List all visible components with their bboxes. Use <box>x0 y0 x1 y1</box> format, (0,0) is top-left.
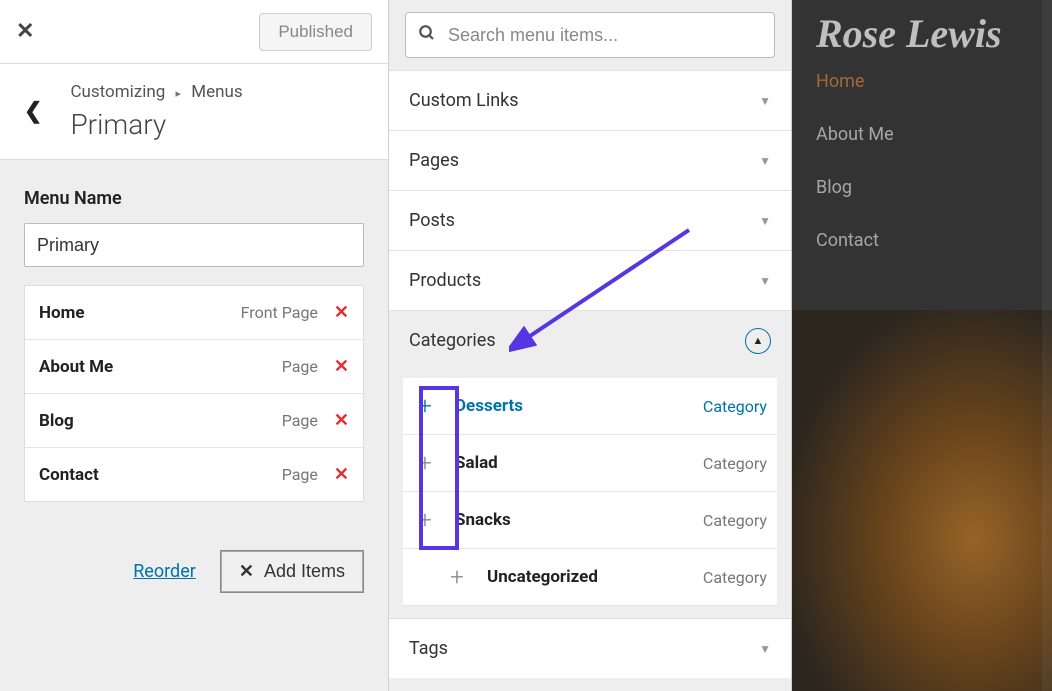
reorder-link[interactable]: Reorder <box>133 561 196 582</box>
menu-item[interactable]: Blog Page ✕ <box>25 394 363 448</box>
section-title: Pages <box>409 150 459 171</box>
category-typelabel: Category <box>703 568 767 587</box>
category-item[interactable]: + Salad Category <box>403 435 777 492</box>
menu-name-label: Menu Name <box>24 188 364 209</box>
remove-icon[interactable]: ✕ <box>334 410 349 431</box>
remove-icon[interactable]: ✕ <box>334 302 349 323</box>
add-icon[interactable]: + <box>407 449 443 477</box>
chevron-down-icon: ▼ <box>759 154 771 168</box>
breadcrumb-sep-icon: ▸ <box>176 87 182 100</box>
close-icon: ✕ <box>239 561 254 582</box>
back-icon[interactable]: ❮ <box>24 99 42 124</box>
add-icon[interactable]: + <box>407 392 443 420</box>
category-typelabel: Category <box>703 511 767 530</box>
category-typelabel: Category <box>703 454 767 473</box>
category-name: Desserts <box>455 396 691 416</box>
section-title: Custom Links <box>409 90 519 111</box>
menu-item[interactable]: Home Front Page ✕ <box>25 286 363 340</box>
remove-icon[interactable]: ✕ <box>334 356 349 377</box>
menu-item-name: Blog <box>39 411 74 431</box>
search-input[interactable] <box>448 25 762 46</box>
site-preview: Rose Lewis Home About Me Blog Contact <box>792 0 1052 691</box>
breadcrumb-path: Customizing ▸ Menus <box>70 82 242 102</box>
section-title: Posts <box>409 210 455 231</box>
category-name: Uncategorized <box>487 567 691 587</box>
menu-name-input[interactable] <box>24 223 364 267</box>
preview-overlay <box>792 0 1052 691</box>
category-typelabel: Category <box>703 397 767 416</box>
category-item[interactable]: + Uncategorized Category <box>403 549 777 606</box>
add-icon[interactable]: + <box>407 506 443 534</box>
chevron-down-icon: ▼ <box>759 214 771 228</box>
menu-item-type: Page <box>282 357 318 376</box>
chevron-up-icon: ▲ <box>745 328 771 354</box>
section-tags[interactable]: Tags ▼ <box>389 618 791 678</box>
menu-item-type: Front Page <box>241 303 318 322</box>
top-bar: ✕ Published <box>0 0 388 64</box>
breadcrumb-mid: Menus <box>191 82 242 102</box>
close-icon[interactable]: ✕ <box>16 19 34 44</box>
section-title: Tags <box>409 638 448 659</box>
section-posts[interactable]: Posts ▼ <box>389 190 791 250</box>
menu-item-type: Page <box>282 411 318 430</box>
section-categories[interactable]: Categories ▲ <box>389 310 791 370</box>
add-items-panel: Custom Links ▼ Pages ▼ Posts ▼ Products … <box>388 0 792 691</box>
preview-scrollbar[interactable] <box>1042 0 1052 691</box>
category-item[interactable]: + Snacks Category <box>403 492 777 549</box>
add-items-button[interactable]: ✕ Add Items <box>220 550 364 593</box>
menu-item[interactable]: Contact Page ✕ <box>25 448 363 501</box>
customizer-panel: ✕ Published ❮ Customizing ▸ Menus Primar… <box>0 0 388 691</box>
page-title: Primary <box>70 108 242 141</box>
section-title: Products <box>409 270 481 291</box>
menu-item-list: Home Front Page ✕ About Me Page ✕ Blog Pag… <box>24 285 364 502</box>
menu-item[interactable]: About Me Page ✕ <box>25 340 363 394</box>
section-title: Categories <box>409 330 496 351</box>
chevron-down-icon: ▼ <box>759 274 771 288</box>
menu-item-name: Home <box>39 303 85 323</box>
menu-item-name: About Me <box>39 357 113 377</box>
menu-item-type: Page <box>282 465 318 484</box>
section-custom-links[interactable]: Custom Links ▼ <box>389 70 791 130</box>
search-box[interactable] <box>405 12 775 58</box>
category-list: + Desserts Category + Salad Category + S… <box>403 378 777 606</box>
section-products[interactable]: Products ▼ <box>389 250 791 310</box>
breadcrumb: ❮ Customizing ▸ Menus Primary <box>0 64 388 160</box>
category-item[interactable]: + Desserts Category <box>403 378 777 435</box>
menu-item-name: Contact <box>39 465 99 485</box>
remove-icon[interactable]: ✕ <box>334 464 349 485</box>
publish-button[interactable]: Published <box>259 13 372 51</box>
category-name: Snacks <box>455 510 691 530</box>
section-pages[interactable]: Pages ▼ <box>389 130 791 190</box>
category-name: Salad <box>455 453 691 473</box>
menu-actions: Reorder ✕ Add Items <box>24 550 364 593</box>
add-items-label: Add Items <box>264 561 345 582</box>
search-icon <box>418 23 436 47</box>
chevron-down-icon: ▼ <box>759 642 771 656</box>
add-icon[interactable]: + <box>439 563 475 591</box>
chevron-down-icon: ▼ <box>759 94 771 108</box>
breadcrumb-root: Customizing <box>70 82 165 102</box>
